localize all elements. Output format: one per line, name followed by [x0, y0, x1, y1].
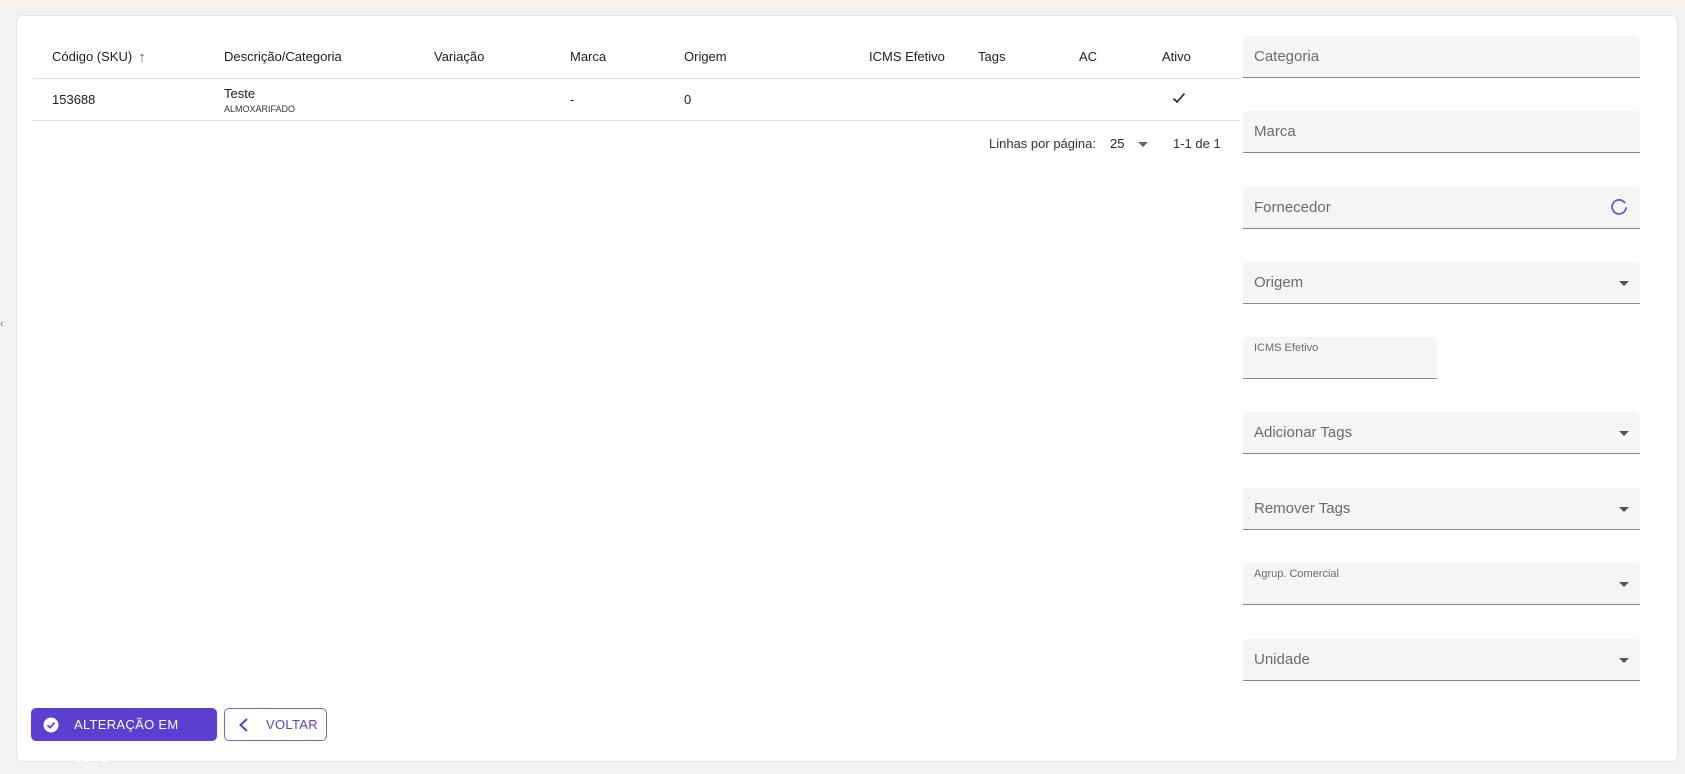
- chevron-down-icon: [1619, 658, 1629, 663]
- pagination-range: 1-1 de 1: [1173, 136, 1221, 151]
- table-header: Código (SKU) ↑ Descrição/Categoria Variaç…: [33, 36, 1240, 79]
- voltar-button[interactable]: VOLTAR: [224, 708, 327, 741]
- fornecedor-placeholder: Fornecedor: [1254, 199, 1331, 216]
- products-table: Código (SKU) ↑ Descrição/Categoria Variaç…: [33, 36, 1240, 167]
- column-header-tags[interactable]: Tags: [978, 36, 1005, 78]
- adicionar-tags-placeholder: Adicionar Tags: [1254, 424, 1353, 441]
- top-strip: [0, 0, 1685, 6]
- voltar-label: VOLTAR: [266, 717, 318, 732]
- chevron-down-icon[interactable]: [1138, 142, 1148, 147]
- agrup-comercial-select[interactable]: Agrup. Comercial: [1243, 563, 1640, 605]
- categoria-field[interactable]: Categoria: [1243, 36, 1640, 78]
- column-header-icms[interactable]: ICMS Efetivo: [869, 36, 945, 78]
- column-header-descricao[interactable]: Descrição/Categoria: [224, 36, 342, 78]
- chevron-down-icon: [1619, 281, 1629, 286]
- agrup-comercial-label: Agrup. Comercial: [1254, 568, 1339, 580]
- chevron-down-icon: [1619, 507, 1629, 512]
- icms-efetivo-field[interactable]: ICMS Efetivo: [1243, 337, 1437, 379]
- cell-categoria-text: ALMOXARIFADO: [224, 104, 296, 114]
- cell-origem: 0: [684, 92, 692, 107]
- remover-tags-select[interactable]: Remover Tags: [1243, 488, 1640, 530]
- column-header-variacao[interactable]: Variação: [434, 36, 484, 78]
- alteracao-em-lote-button[interactable]: ALTERAÇÃO EM LOTE: [31, 708, 217, 765]
- chevron-down-icon: [1619, 431, 1629, 436]
- rows-per-page-select[interactable]: 25: [1110, 121, 1124, 167]
- fornecedor-field[interactable]: Fornecedor: [1243, 187, 1640, 229]
- cell-marca: -: [570, 92, 575, 107]
- sort-arrow-up-icon[interactable]: ↑: [138, 49, 146, 66]
- remover-tags-placeholder: Remover Tags: [1254, 500, 1351, 517]
- categoria-placeholder: Categoria: [1254, 48, 1320, 65]
- icms-efetivo-label: ICMS Efetivo: [1254, 342, 1319, 354]
- cell-sku: 153688: [52, 92, 96, 107]
- unidade-select[interactable]: Unidade: [1243, 639, 1640, 681]
- origem-placeholder: Origem: [1254, 274, 1304, 291]
- unidade-placeholder: Unidade: [1254, 651, 1310, 668]
- column-header-marca[interactable]: Marca: [570, 36, 606, 78]
- adicionar-tags-select[interactable]: Adicionar Tags: [1243, 412, 1640, 454]
- chevron-down-icon: [1619, 582, 1629, 587]
- column-header-origem[interactable]: Origem: [684, 36, 727, 78]
- pagination: Linhas por página: 25 1-1 de 1: [33, 121, 1240, 167]
- column-header-sku[interactable]: Código (SKU) ↑: [52, 36, 146, 78]
- check-icon: [1172, 92, 1186, 104]
- column-header-ativo[interactable]: Ativo: [1162, 36, 1191, 78]
- marca-placeholder: Marca: [1254, 123, 1296, 140]
- rows-per-page-label: Linhas por página:: [989, 136, 1096, 151]
- cell-descricao-text: Teste: [224, 86, 256, 101]
- chevron-left-icon: [239, 718, 248, 732]
- marca-field[interactable]: Marca: [1243, 111, 1640, 153]
- alteracao-em-lote-label: ALTERAÇÃO EM LOTE: [74, 717, 179, 765]
- origem-select[interactable]: Origem: [1243, 262, 1640, 304]
- column-header-ac[interactable]: AC: [1079, 36, 1097, 78]
- edge-chevron-icon[interactable]: ‹: [0, 318, 4, 330]
- check-circle-icon: [43, 717, 59, 733]
- table-row[interactable]: 153688 Teste ALMOXARIFADO - 0: [33, 79, 1240, 121]
- loading-spinner-icon: [1611, 199, 1627, 215]
